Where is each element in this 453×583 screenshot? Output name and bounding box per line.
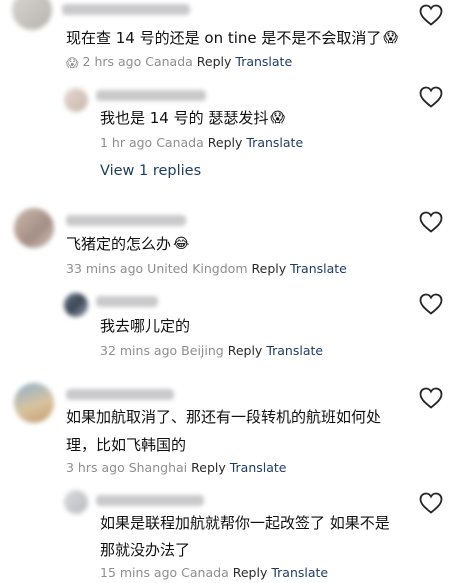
reply-link[interactable]: Reply <box>191 460 226 475</box>
blurred-username <box>62 4 190 15</box>
blurred-username <box>96 495 204 506</box>
comment-meta: 😱 2 hrs ago Canada Reply Translate <box>66 54 293 70</box>
comment-meta: 3 hrs ago Shanghai Reply Translate <box>66 460 287 475</box>
comment-text: 如果加航取消了、那还有一段转机的航班如何处 理，比如飞韩国的 <box>66 408 382 454</box>
avatar[interactable] <box>14 383 54 423</box>
reply-link[interactable]: Reply <box>252 261 287 276</box>
emoji-icon: 😱 <box>270 110 286 126</box>
reply-link[interactable]: Reply <box>233 565 268 580</box>
comment-meta: 15 mins ago Canada Reply Translate <box>100 565 329 580</box>
like-heart-icon[interactable] <box>419 4 443 26</box>
translate-link[interactable]: Translate <box>266 343 323 358</box>
translate-link[interactable]: Translate <box>235 54 292 69</box>
avatar[interactable] <box>64 490 88 514</box>
emoji-icon: 😂 <box>173 236 190 252</box>
avatar[interactable] <box>12 0 52 30</box>
reply-link[interactable]: Reply <box>197 54 232 69</box>
comment-text: 飞猪定的怎么办 😂 <box>66 232 189 257</box>
avatar[interactable] <box>64 88 88 112</box>
translate-link[interactable]: Translate <box>230 460 287 475</box>
like-heart-icon[interactable] <box>419 492 443 514</box>
blurred-username <box>96 90 206 101</box>
avatar[interactable] <box>14 208 54 248</box>
translate-link[interactable]: Translate <box>271 565 328 580</box>
like-heart-icon[interactable] <box>419 387 443 409</box>
like-heart-icon[interactable] <box>419 86 443 108</box>
like-heart-icon[interactable] <box>419 211 443 233</box>
comment-text: 我去哪儿定的 <box>100 317 191 335</box>
comment-meta: 1 hr ago Canada Reply Translate <box>100 135 304 150</box>
comment-text: 如果是联程加航就帮你一起改签了 如果不是 那就没办法了 <box>100 514 390 559</box>
reply-link[interactable]: Reply <box>208 135 243 150</box>
reply-link[interactable]: Reply <box>228 343 263 358</box>
translate-link[interactable]: Translate <box>290 261 347 276</box>
translate-link[interactable]: Translate <box>246 135 303 150</box>
blurred-username <box>96 296 158 307</box>
emoji-icon: 😱 <box>66 55 79 70</box>
blurred-username <box>66 389 174 400</box>
emoji-icon: 😱 <box>383 30 399 46</box>
view-replies-link[interactable]: View 1 replies <box>100 163 201 179</box>
like-heart-icon[interactable] <box>419 293 443 315</box>
comment-text: 现在查 14 号的还是 on tine 是不是不会取消了 😱 <box>66 26 398 51</box>
comment-text: 我也是 14 号的 瑟瑟发抖 😱 <box>100 106 285 131</box>
comment-meta: 33 mins ago United Kingdom Reply Transla… <box>66 261 347 276</box>
comment-meta: 32 mins ago Beijing Reply Translate <box>100 343 324 358</box>
blurred-username <box>66 215 186 226</box>
avatar[interactable] <box>64 293 88 317</box>
